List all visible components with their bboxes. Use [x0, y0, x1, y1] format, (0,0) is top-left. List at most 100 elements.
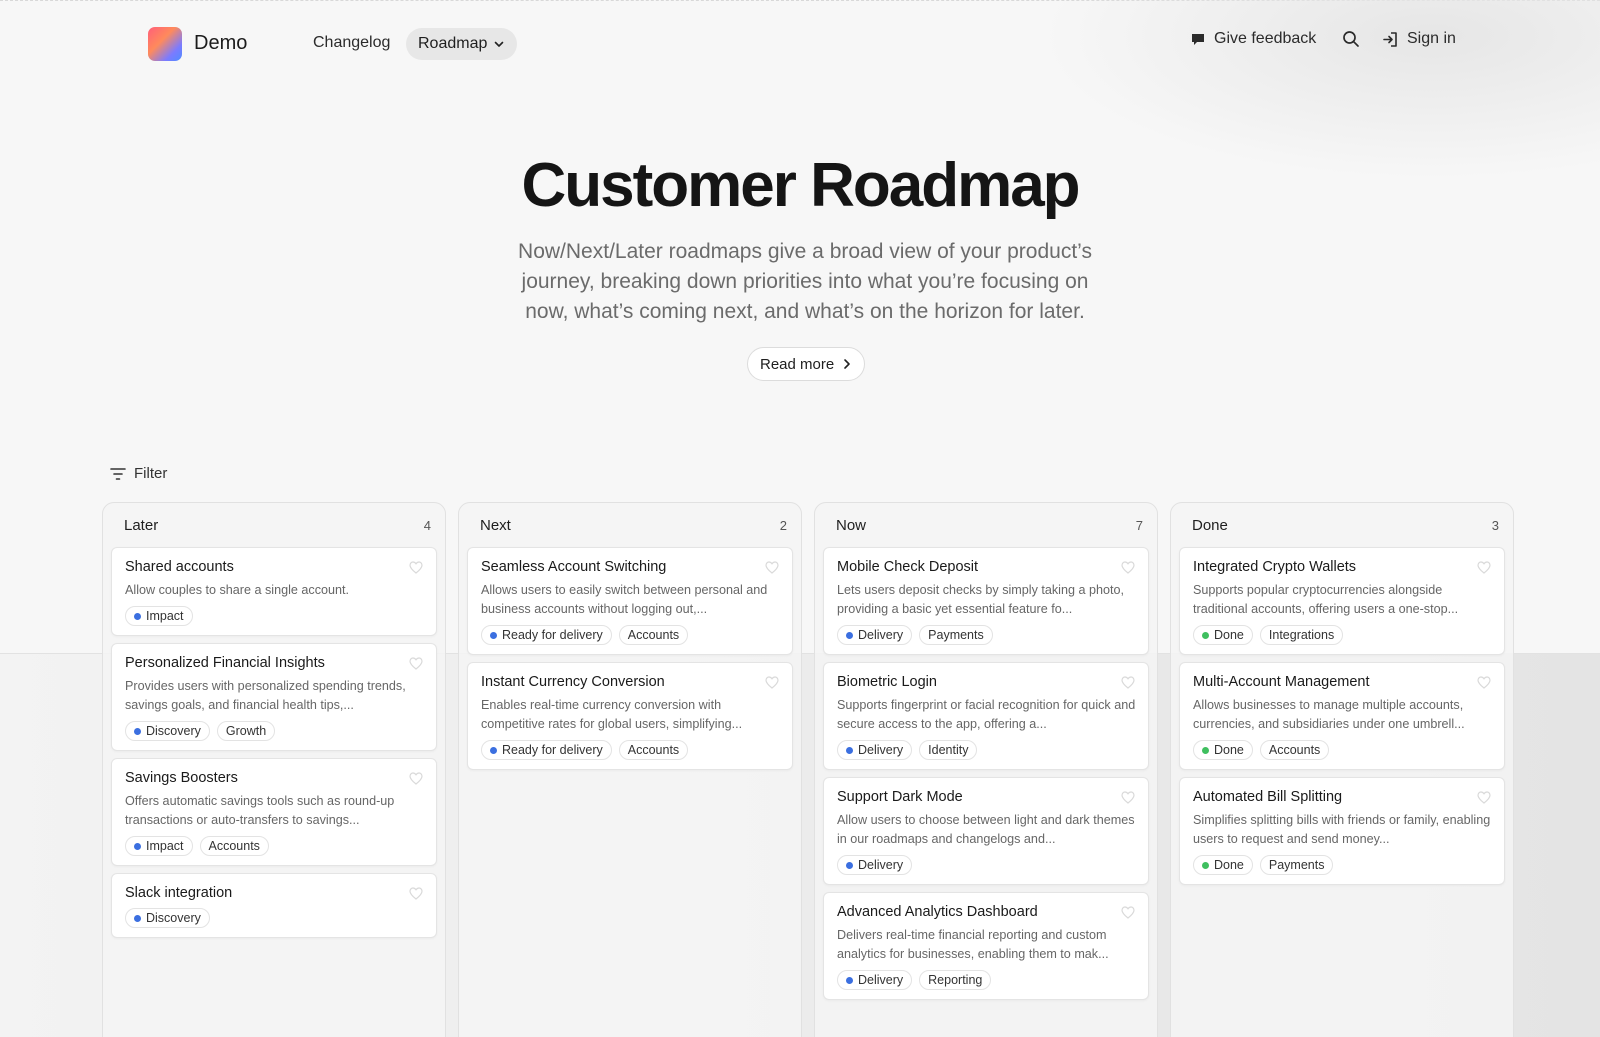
tag[interactable]: Integrations: [1259, 625, 1344, 645]
roadmap-card[interactable]: Advanced Analytics Dashboard Delivers rea…: [823, 892, 1149, 1000]
tag-label: Impact: [146, 839, 184, 853]
tag[interactable]: Identity: [919, 740, 978, 760]
tag[interactable]: Growth: [216, 721, 276, 741]
roadmap-card[interactable]: Savings Boosters Offers automatic savings…: [111, 758, 437, 866]
roadmap-card[interactable]: Biometric Login Supports fingerprint or f…: [823, 662, 1149, 770]
status-dot: [846, 861, 853, 869]
heart-icon[interactable]: [765, 561, 779, 574]
tag[interactable]: Delivery: [837, 855, 913, 875]
tag-label: Impact: [146, 609, 184, 623]
roadmap-card[interactable]: Instant Currency Conversion Enables real-…: [467, 662, 793, 770]
tag-label: Delivery: [858, 858, 904, 872]
heart-icon[interactable]: [1121, 906, 1135, 919]
nav-changelog[interactable]: Changelog: [313, 34, 390, 52]
nav-roadmap[interactable]: Roadmap: [406, 28, 518, 60]
tag[interactable]: Ready for delivery: [481, 740, 612, 760]
filter-button[interactable]: Filter: [110, 465, 167, 482]
tag[interactable]: Ready for delivery: [481, 625, 612, 645]
roadmap-card[interactable]: Integrated Crypto Wallets Supports popula…: [1179, 547, 1505, 655]
card-tags: Discovery: [125, 908, 424, 928]
heart-icon[interactable]: [1121, 791, 1135, 804]
roadmap-card[interactable]: Mobile Check Deposit Lets users deposit c…: [823, 547, 1149, 655]
site-header: Demo Changelog Roadmap Give feedback Sig…: [0, 0, 1600, 88]
tag-label: Ready for delivery: [502, 743, 603, 757]
card-tags: Done Integrations: [1193, 625, 1492, 645]
tag[interactable]: Payments: [919, 625, 993, 645]
column-header: Done 3: [1171, 503, 1513, 547]
card-tags: Impact: [125, 606, 424, 626]
tag[interactable]: Accounts: [199, 836, 269, 856]
read-more-button[interactable]: Read more: [747, 347, 866, 381]
column-header: Later 4: [103, 503, 445, 547]
tag[interactable]: Delivery: [837, 970, 913, 990]
roadmap-card[interactable]: Multi-Account Management Allows businesse…: [1179, 662, 1505, 770]
tag[interactable]: Impact: [125, 836, 193, 856]
heart-icon[interactable]: [1477, 791, 1491, 804]
read-more-label: Read more: [760, 355, 835, 373]
card-description: Offers automatic savings tools such as r…: [125, 794, 395, 827]
give-feedback-button[interactable]: Give feedback: [1190, 30, 1316, 48]
heart-icon[interactable]: [409, 561, 423, 574]
card-title: Instant Currency Conversion: [481, 674, 665, 690]
card-tags: Done Accounts: [1193, 740, 1492, 760]
tag-label: Delivery: [858, 743, 904, 757]
heart-icon[interactable]: [409, 887, 423, 900]
sign-in-button[interactable]: Sign in: [1382, 30, 1456, 48]
column-count: 4: [423, 517, 431, 533]
roadmap-card[interactable]: Support Dark Mode Allow users to choose b…: [823, 777, 1149, 885]
heart-icon[interactable]: [1121, 676, 1135, 689]
status-dot: [490, 746, 497, 754]
card-title: Mobile Check Deposit: [837, 559, 979, 575]
tag-label: Integrations: [1268, 628, 1335, 642]
column-count: 2: [779, 517, 787, 533]
tag[interactable]: Impact: [125, 606, 193, 626]
heart-icon[interactable]: [1477, 676, 1491, 689]
tag[interactable]: Payments: [1259, 855, 1334, 875]
sign-in-label: Sign in: [1407, 30, 1456, 47]
tag-label: Growth: [225, 724, 267, 738]
tag[interactable]: Accounts: [618, 740, 689, 760]
heart-icon[interactable]: [1477, 561, 1491, 574]
roadmap-card[interactable]: Slack integration Discovery: [111, 873, 437, 938]
status-dot: [490, 631, 497, 639]
tag[interactable]: Delivery: [837, 625, 913, 645]
roadmap-card[interactable]: Automated Bill Splitting Simplifies split…: [1179, 777, 1505, 885]
status-dot: [846, 746, 853, 754]
heart-icon[interactable]: [409, 657, 423, 670]
heart-icon[interactable]: [409, 772, 423, 785]
tag[interactable]: Done: [1193, 855, 1253, 875]
status-dot: [134, 612, 141, 620]
brand-name[interactable]: Demo: [194, 32, 247, 55]
roadmap-card[interactable]: Personalized Financial Insights Provides …: [111, 643, 437, 751]
roadmap-card[interactable]: Seamless Account Switching Allows users t…: [467, 547, 793, 655]
tag[interactable]: Discovery: [125, 721, 210, 741]
heart-icon[interactable]: [1121, 561, 1135, 574]
roadmap-card[interactable]: Shared accounts Allow couples to share a …: [111, 547, 437, 636]
card-tags: Delivery Reporting: [837, 970, 1136, 990]
card-description: Allow couples to share a single account.: [125, 583, 350, 597]
tag[interactable]: Done: [1193, 740, 1253, 760]
column-count: 7: [1135, 517, 1143, 533]
tag-label: Delivery: [858, 973, 904, 987]
brand-logo[interactable]: [148, 27, 182, 61]
tag[interactable]: Delivery: [837, 740, 913, 760]
tag-label: Discovery: [146, 911, 201, 925]
tag[interactable]: Accounts: [1259, 740, 1330, 760]
tag[interactable]: Accounts: [618, 625, 689, 645]
heart-icon[interactable]: [765, 676, 779, 689]
column-count: 3: [1491, 517, 1499, 533]
card-tags: Done Payments: [1193, 855, 1492, 875]
card-title: Multi-Account Management: [1193, 674, 1370, 690]
status-dot: [1202, 746, 1209, 754]
search-button[interactable]: [1342, 30, 1360, 48]
card-tags: Ready for delivery Accounts: [481, 625, 780, 645]
tag[interactable]: Reporting: [919, 970, 992, 990]
card-list: Shared accounts Allow couples to share a …: [103, 547, 445, 938]
tag[interactable]: Done: [1193, 625, 1253, 645]
tag-label: Delivery: [858, 628, 904, 642]
card-list: Integrated Crypto Wallets Supports popula…: [1171, 547, 1513, 885]
tag[interactable]: Discovery: [125, 908, 210, 928]
page-subtitle: Now/Next/Later roadmaps give a broad vie…: [518, 240, 1092, 323]
card-title: Seamless Account Switching: [481, 559, 667, 575]
status-dot: [1202, 631, 1209, 639]
